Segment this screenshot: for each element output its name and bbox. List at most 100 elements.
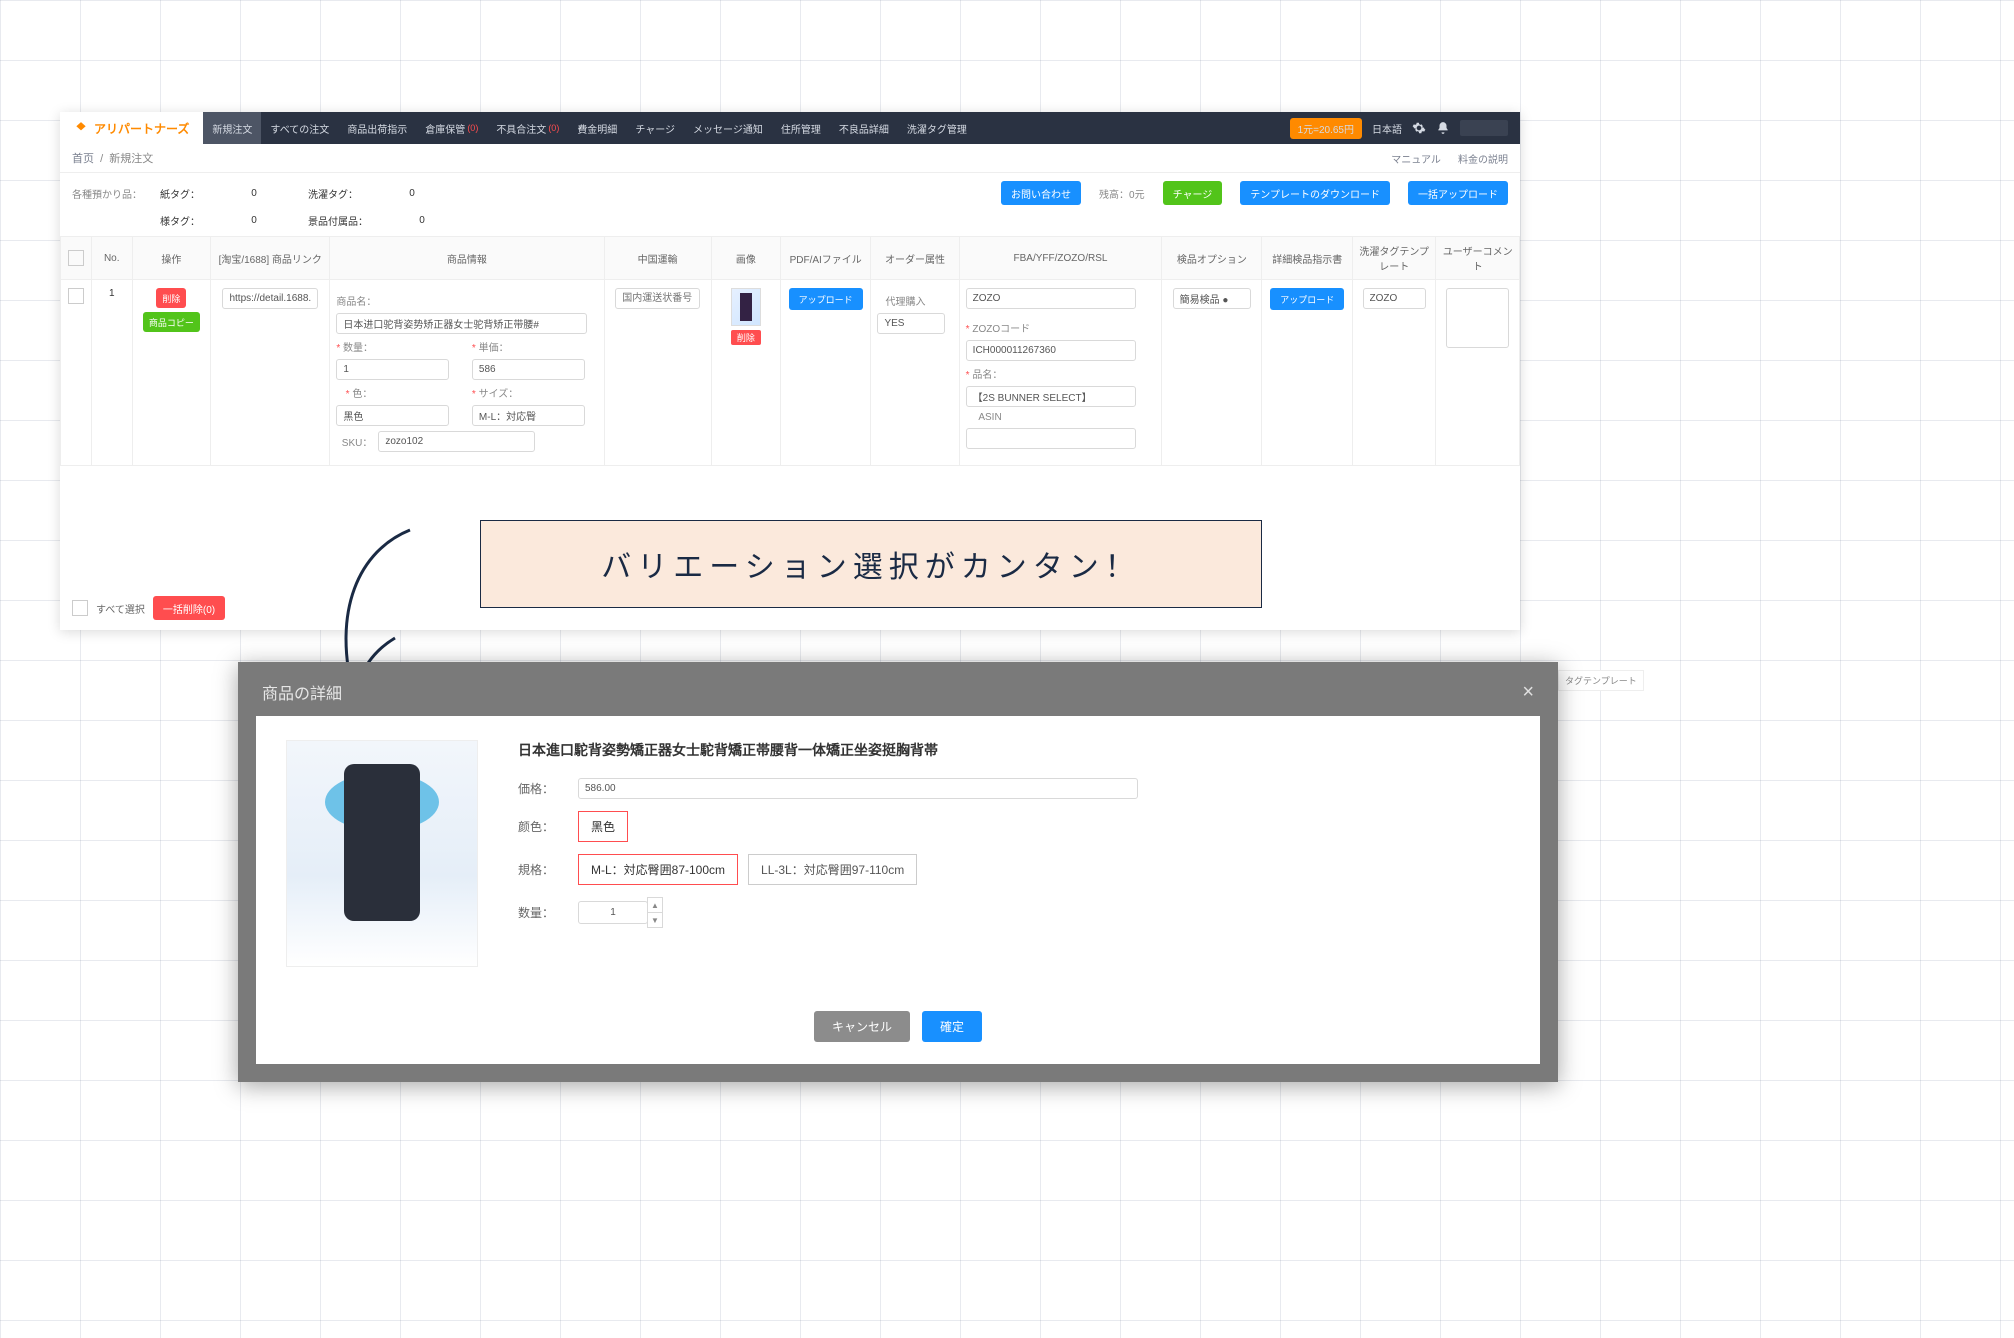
th-info: 商品情報	[330, 237, 604, 280]
nav-billing[interactable]: 費金明細	[568, 112, 626, 144]
row-copy-button[interactable]: 商品コピー	[143, 312, 200, 332]
th-inspect: 検品オプション	[1162, 237, 1262, 280]
brand-logo: アリパートナーズ	[60, 112, 203, 144]
product-thumbnail[interactable]	[731, 288, 761, 326]
th-link: [淘宝/1688] 商品リンク	[211, 237, 330, 280]
asin-input[interactable]	[966, 428, 1137, 449]
size-input[interactable]	[472, 405, 585, 426]
qty-step-up[interactable]: ▲	[647, 897, 663, 913]
summary-row: 各種預かり品： 紙タグ： 0 洗濯タグ： 0 お問い合わせ 残高：0元 チャージ…	[60, 173, 1520, 213]
nav-messages[interactable]: メッセージ通知	[684, 112, 772, 144]
top-nav: 新規注文 すべての注文 商品出荷指示 倉庫保管(0) 不具合注文(0) 費金明細…	[203, 112, 975, 144]
brand-icon	[74, 121, 88, 135]
sku-input[interactable]	[378, 431, 535, 452]
close-icon[interactable]: ×	[1522, 682, 1534, 702]
charge-button[interactable]: チャージ	[1163, 181, 1223, 205]
nav-warehouse[interactable]: 倉庫保管(0)	[416, 112, 487, 144]
balance-display: 残高：0元	[1099, 186, 1145, 201]
product-title: 日本進口駝背姿勢矯正器女士駝背矯正帯腰背一体矯正坐姿挺胸背帯	[518, 740, 1510, 760]
confirm-button[interactable]: 確定	[922, 1011, 982, 1042]
th-no: No.	[91, 237, 132, 280]
nav-address[interactable]: 住所管理	[772, 112, 830, 144]
color-input[interactable]	[336, 405, 449, 426]
language-label[interactable]: 日本語	[1372, 121, 1402, 136]
th-check	[61, 237, 92, 280]
color-option-selected[interactable]: 黑色	[578, 811, 628, 842]
contact-button[interactable]: お問い合わせ	[1001, 181, 1081, 205]
row-delete-button[interactable]: 削除	[156, 288, 186, 308]
product-name-fba-input[interactable]	[966, 386, 1137, 407]
select-all-label: すべて選択	[96, 601, 145, 616]
row-checkbox[interactable]	[68, 288, 84, 304]
ship-number-input[interactable]	[615, 288, 700, 309]
zozo-code-input[interactable]	[966, 340, 1137, 361]
th-inspect-doc: 詳細検品指示書	[1262, 237, 1353, 280]
th-comment: ユーザーコメント	[1436, 237, 1520, 280]
spec-option-2[interactable]: LL-3L：対応臀囲97-110cm	[748, 854, 917, 885]
th-img: 画像	[711, 237, 780, 280]
price-input[interactable]	[472, 359, 585, 380]
crumb-current: 新規注文	[109, 153, 153, 165]
product-detail-modal: 商品の詳細 × 日本進口駝背姿勢矯正器女士駝背矯正帯腰背一体矯正坐姿挺胸背帯 価…	[238, 662, 1558, 1082]
product-name-input[interactable]	[336, 313, 587, 334]
cell-no: 1	[91, 280, 132, 466]
modal-qty-input[interactable]	[578, 901, 648, 924]
agency-select[interactable]	[877, 313, 945, 334]
qty-label: 数量：	[518, 904, 578, 921]
top-right: 1元=20.65円 日本語	[1290, 118, 1520, 139]
gear-icon[interactable]	[1412, 121, 1426, 135]
product-link-input[interactable]	[222, 288, 318, 309]
inspect-doc-upload-button[interactable]: アップロード	[1270, 288, 1344, 310]
fba-platform-select[interactable]	[966, 288, 1137, 309]
nav-new-order[interactable]: 新規注文	[203, 112, 261, 144]
exchange-rate: 1元=20.65円	[1290, 118, 1362, 139]
breadcrumb-bar: 首页 / 新規注文 マニュアル 料金の説明	[60, 144, 1520, 173]
nav-charge[interactable]: チャージ	[626, 112, 684, 144]
breadcrumb: 首页 / 新規注文	[72, 150, 153, 166]
cancel-button[interactable]: キャンセル	[814, 1011, 910, 1042]
summary-label: 各種預かり品：	[72, 186, 142, 201]
bell-icon[interactable]	[1436, 121, 1450, 135]
th-pdf: PDF/AIファイル	[780, 237, 871, 280]
qty-input[interactable]	[336, 359, 449, 380]
callout-box: バリエーション選択がカンタン！	[480, 520, 1262, 608]
user-comment-input[interactable]	[1446, 288, 1510, 348]
bulk-delete-button[interactable]: 一括削除(0)	[153, 596, 225, 620]
user-placeholder[interactable]	[1460, 120, 1508, 136]
brand-text: アリパートナーズ	[94, 120, 189, 137]
th-attr: オーダー属性	[871, 237, 959, 280]
link-manual[interactable]: マニュアル	[1391, 155, 1441, 166]
download-template-button[interactable]: テンプレートのダウンロード	[1240, 181, 1390, 205]
bulk-upload-button[interactable]: 一括アップロード	[1408, 181, 1508, 205]
nav-defect-detail[interactable]: 不良品詳細	[830, 112, 898, 144]
table-row: 1 削除 商品コピー 商品名： 数量：	[61, 280, 1520, 466]
price-label: 価格：	[518, 780, 578, 797]
pdf-upload-button[interactable]: アップロード	[789, 288, 863, 310]
checkbox-all[interactable]	[68, 250, 84, 266]
inspect-option-select[interactable]	[1173, 288, 1251, 309]
peek-tag-template: タグテンプレート	[1558, 670, 1644, 691]
nav-defect-order[interactable]: 不具合注文(0)	[487, 112, 568, 144]
nav-wash-tag[interactable]: 洗濯タグ管理	[898, 112, 976, 144]
image-delete-button[interactable]: 削除	[731, 330, 761, 345]
qty-step-down[interactable]: ▼	[647, 912, 663, 928]
callout-text: バリエーション選択がカンタン！	[601, 542, 1140, 586]
wash-template-select[interactable]	[1363, 288, 1426, 309]
nav-all-orders[interactable]: すべての注文	[261, 112, 338, 144]
topbar: アリパートナーズ 新規注文 すべての注文 商品出荷指示 倉庫保管(0) 不具合注…	[60, 112, 1520, 144]
th-fba: FBA/YFF/ZOZO/RSL	[959, 237, 1162, 280]
th-op: 操作	[132, 237, 211, 280]
modal-price-input[interactable]	[578, 778, 1138, 799]
modal-title: 商品の詳細	[262, 680, 342, 704]
nav-ship-instruction[interactable]: 商品出荷指示	[338, 112, 416, 144]
th-wash: 洗濯タグテンプレート	[1353, 237, 1436, 280]
link-fees[interactable]: 料金の説明	[1458, 155, 1508, 166]
summary-row-2: 各種預かり品： 様タグ： 0 景品付属品： 0	[60, 213, 1520, 236]
spec-option-1[interactable]: M-L：対応臀囲87-100cm	[578, 854, 738, 885]
spec-label: 規格：	[518, 861, 578, 878]
th-ship: 中国運輸	[604, 237, 711, 280]
crumb-home[interactable]: 首页	[72, 153, 94, 165]
product-image	[286, 740, 478, 967]
select-all-checkbox[interactable]	[72, 600, 88, 616]
color-label: 颜色：	[518, 818, 578, 835]
